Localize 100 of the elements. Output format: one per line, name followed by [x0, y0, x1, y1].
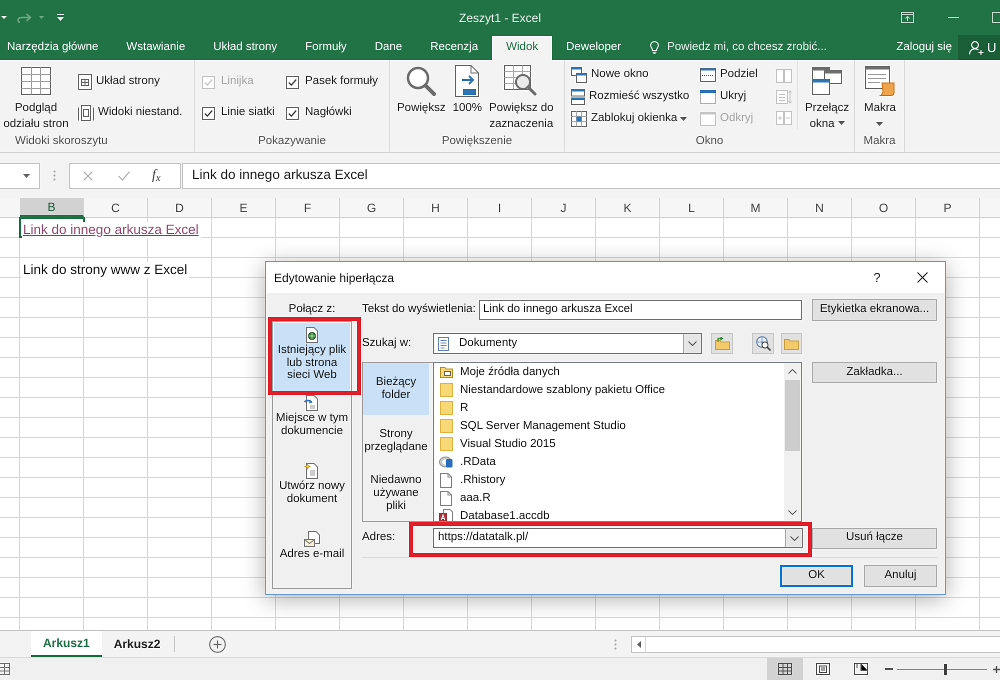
help-button[interactable]: ?	[862, 262, 892, 292]
dialog-button[interactable]: OK	[780, 565, 853, 587]
column-header[interactable]: M	[724, 198, 788, 217]
column-header[interactable]: P	[916, 198, 980, 217]
link-type-item[interactable]: Miejsce w tym dokumencie	[274, 391, 350, 459]
file-item[interactable]: aaa.R	[434, 489, 784, 507]
column-header[interactable]: B	[20, 198, 84, 217]
browse-tab[interactable]: Niedawno używane pliki	[363, 467, 429, 519]
window-frame-icon	[78, 105, 94, 121]
grip-icon[interactable]	[614, 638, 617, 650]
dropdown-button[interactable]	[785, 529, 802, 547]
file-item[interactable]: .Rhistory	[434, 471, 784, 489]
file-item[interactable]: Database1.accdb	[434, 507, 784, 521]
file-item[interactable]: Visual Studio 2015	[434, 435, 784, 453]
scroll-left-icon[interactable]	[636, 640, 640, 648]
ribbon-button[interactable]: Zablokuj okienka	[569, 108, 698, 130]
ribbon-display-icon[interactable]	[901, 12, 914, 23]
ribbon-button[interactable]: Przełącz okna	[802, 60, 852, 132]
file-item[interactable]: Niestandardowe szablony pakietu Office	[434, 381, 784, 399]
browse-tab[interactable]: Strony przeglądane	[363, 415, 429, 467]
browse-tab[interactable]: Bieżący folder	[363, 363, 429, 415]
checkbox-label[interactable]: Nagłówki	[305, 104, 352, 122]
column-header[interactable]: N	[788, 198, 852, 217]
enter-icon[interactable]	[118, 170, 130, 180]
up-folder-button[interactable]	[711, 333, 733, 354]
sign-in-link[interactable]: Zaloguj się	[894, 35, 954, 60]
checkbox-label[interactable]: Linie siatki	[221, 104, 275, 122]
redo-icon[interactable]	[17, 12, 32, 23]
ribbon-tab[interactable]: Widok	[492, 36, 552, 60]
caret-icon[interactable]	[39, 16, 44, 19]
checkbox[interactable]	[286, 76, 299, 88]
checkbox[interactable]	[202, 106, 215, 120]
scroll-thumb[interactable]	[785, 380, 800, 451]
formula-input[interactable]: Link do innego arkusza Excel	[182, 162, 1000, 188]
tell-me-box[interactable]: Powiedz mi, co chcesz zrobić...	[650, 35, 827, 60]
web-search-button[interactable]	[752, 333, 774, 354]
hyperlink[interactable]: Link do innego arkusza Excel	[22, 222, 201, 238]
column-header[interactable]: K	[596, 198, 660, 217]
ribbon-tab[interactable]: Recenzja	[416, 35, 492, 60]
customize-icon[interactable]	[57, 14, 64, 21]
ribbon-button[interactable]: Nowe okno	[569, 64, 698, 86]
column-header[interactable]: O	[852, 198, 916, 217]
ribbon-tab[interactable]: Deweloper	[552, 35, 636, 60]
file-item[interactable]: Moje źródła danych	[434, 363, 784, 381]
checkbox-label[interactable]: Pasek formuły	[305, 73, 378, 91]
view-button[interactable]	[767, 658, 803, 680]
bookmark-button[interactable]: Zakładka...	[812, 362, 937, 383]
ribbon-tab[interactable]: Układ strony	[199, 35, 292, 60]
column-header[interactable]: D	[148, 198, 212, 217]
ribbon-button[interactable]: Powiększ do zaznaczenia	[486, 60, 557, 132]
column-header[interactable]: E	[212, 198, 276, 217]
ribbon-button[interactable]: Podgląd odziału stron	[0, 60, 72, 132]
insert-function-button[interactable]: f$_{x}$	[152, 168, 161, 184]
look-in-dropdown[interactable]: Dokumenty	[433, 333, 702, 354]
sheet-tab[interactable]: Arkusz1	[31, 631, 102, 657]
caret-icon[interactable]	[1, 16, 7, 19]
ribbon-button[interactable]: Widoki niestand.	[76, 102, 184, 124]
file-item[interactable]: SQL Server Management Studio	[434, 417, 784, 435]
ribbon-button[interactable]: Powiększ	[394, 60, 449, 132]
maximize-icon[interactable]	[992, 12, 1000, 23]
display-text-field[interactable]: Link do innego arkusza Excel	[479, 300, 802, 320]
chevron-down-icon[interactable]	[788, 510, 797, 515]
remove-link-button[interactable]: Usuń łącze	[812, 528, 937, 548]
chevron-up-icon[interactable]	[788, 369, 797, 374]
column-header[interactable]: F	[276, 198, 340, 217]
screentip-button[interactable]: Etykietka ekranowa...	[812, 299, 937, 321]
checkbox[interactable]	[286, 106, 299, 120]
zoom-slider-thumb[interactable]	[944, 664, 947, 674]
cancel-icon[interactable]	[83, 170, 93, 180]
zoom-in-icon[interactable]	[993, 666, 1000, 672]
ribbon-tab[interactable]: Narzędzia główne	[0, 35, 112, 60]
link-type-item[interactable]: Utwórz nowy dokument	[274, 459, 350, 527]
file-item[interactable]: .RData	[434, 453, 784, 471]
sheet-tab[interactable]: Arkusz2	[102, 631, 172, 657]
ribbon-tab[interactable]: Dane	[360, 35, 416, 60]
column-header[interactable]: H	[404, 198, 468, 217]
dialog-button[interactable]: Anuluj	[864, 565, 937, 587]
ribbon-button[interactable]: 100%	[450, 60, 485, 132]
browse-folder-button[interactable]	[781, 333, 802, 354]
column-header[interactable]: C	[84, 198, 148, 217]
split-window-icon	[700, 68, 716, 82]
link-type-item[interactable]: Adres e-mail	[274, 527, 350, 587]
column-header[interactable]: J	[532, 198, 596, 217]
scrollbar[interactable]	[784, 363, 801, 521]
ribbon-tab[interactable]: Formuły	[291, 35, 361, 60]
ribbon-button[interactable]: Układ strony	[76, 71, 184, 93]
grip-icon[interactable]	[53, 170, 56, 181]
dropdown-button[interactable]	[683, 334, 701, 353]
file-item[interactable]: R	[434, 399, 784, 417]
add-sheet-icon[interactable]	[209, 636, 226, 652]
column-header[interactable]: L	[660, 198, 724, 217]
ribbon-tab[interactable]: Wstawianie	[112, 35, 200, 60]
ribbon-button[interactable]: Makra	[861, 60, 899, 132]
ribbon-button[interactable]: Ukryj	[698, 86, 770, 108]
ribbon-button[interactable]: Rozmieść wszystko	[569, 86, 698, 108]
column-header[interactable]: G	[340, 198, 404, 217]
share-button[interactable]: U	[958, 35, 1000, 60]
column-header[interactable]: I	[468, 198, 532, 217]
horizontal-scrollbar[interactable]	[631, 636, 1000, 652]
ribbon-button[interactable]: Podziel	[698, 64, 770, 86]
